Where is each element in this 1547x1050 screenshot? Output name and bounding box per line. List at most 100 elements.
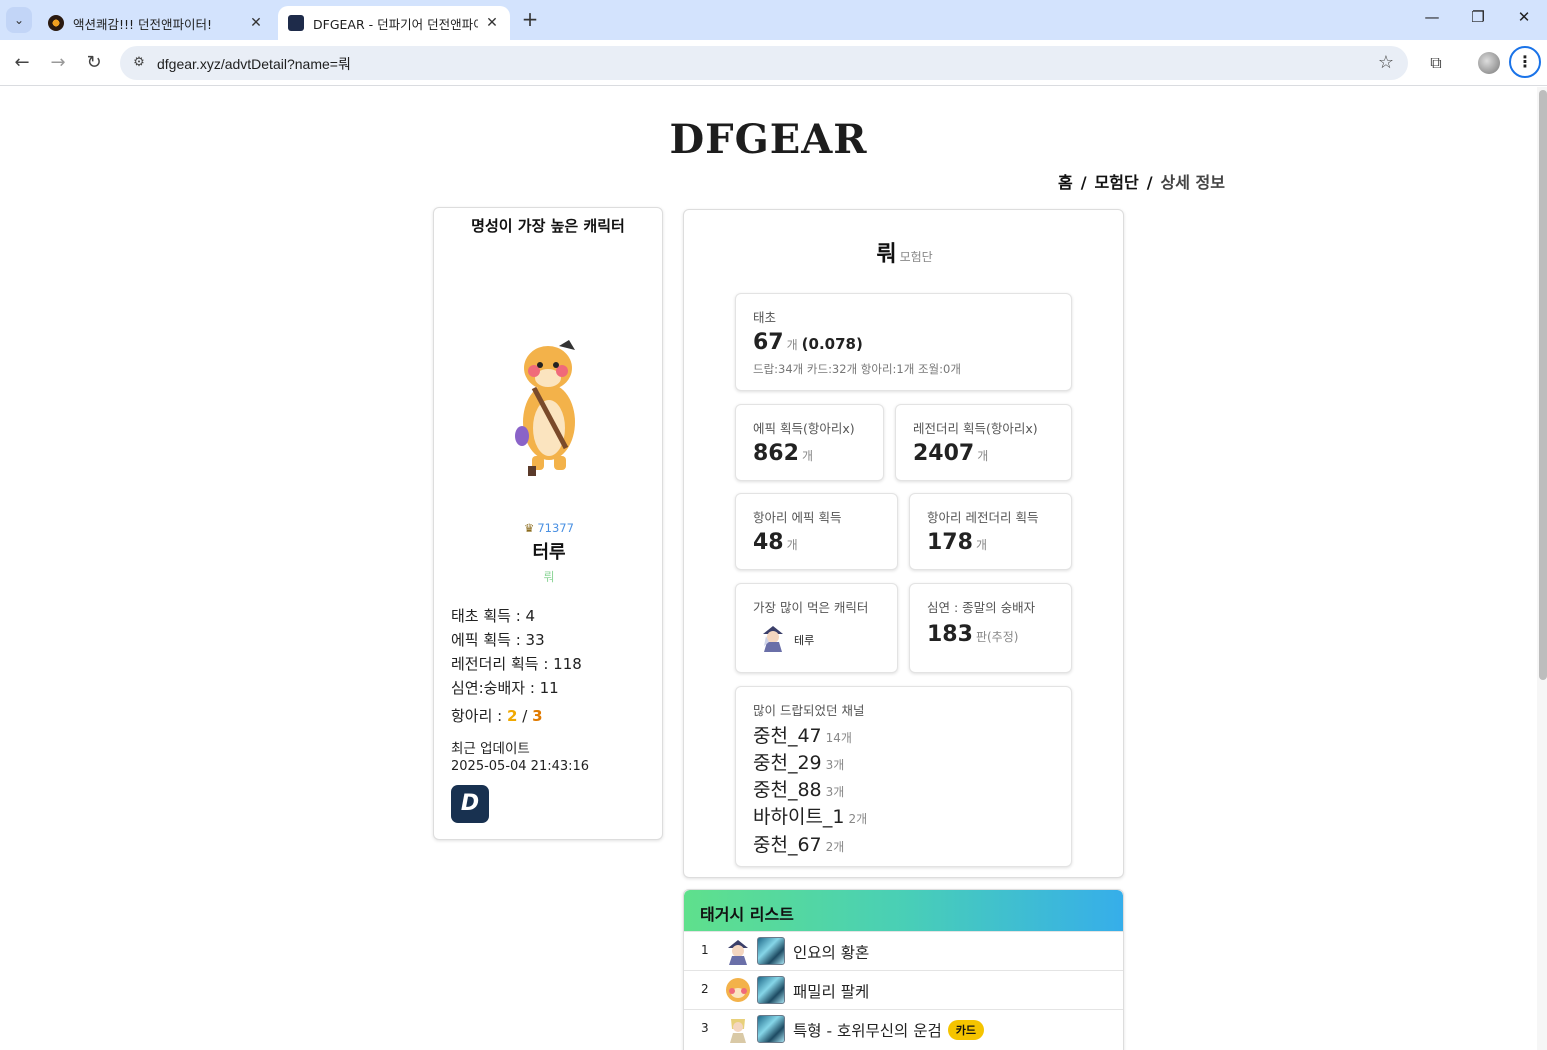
list-item[interactable]: 2 패밀리 팔케 <box>684 970 1123 1009</box>
epic-value: 862 개 <box>753 441 813 466</box>
abyss-value: 183 판(추정) <box>927 622 1018 647</box>
abyss-number: 183 <box>927 622 973 647</box>
stat-taecho: 태초 획득 : 4 <box>451 607 536 625</box>
channel-row: 중천_47 14개 <box>753 721 852 748</box>
back-button[interactable]: ← <box>9 50 35 76</box>
breadcrumb-home[interactable]: 홈 <box>1058 173 1073 192</box>
breadcrumb-adventure[interactable]: 모험단 <box>1095 173 1139 192</box>
browser-toolbar: ← → ↻ ⚙ dfgear.xyz/advtDetail?name=뤄 ☆ ⧉… <box>0 40 1547 86</box>
taegeosi-list-card: 태거시 리스트 1 인요의 황혼 2 패밀리 팔케 3 특형 - 호위무신의 운… <box>683 889 1124 1050</box>
item-name[interactable]: 특형 - 호위무신의 운검 카드 <box>793 1019 984 1041</box>
breadcrumb-separator: / <box>1146 173 1153 192</box>
taecho-box: 태초 67 개 (0.078) 드랍:34개 카드:32개 항아리:1개 조월:0개 <box>735 293 1072 391</box>
close-icon[interactable]: ✕ <box>248 15 264 31</box>
bookmark-star-icon[interactable]: ☆ <box>1378 52 1394 73</box>
channel-count: 2개 <box>825 840 845 854</box>
window-close-button[interactable]: ✕ <box>1509 8 1539 32</box>
pot-total: 3 <box>532 707 543 725</box>
extensions-icon[interactable]: ⧉ <box>1423 50 1449 76</box>
adventure-detail-card: 뤄 모험단 태초 67 개 (0.078) 드랍:34개 카드:32개 항아리:1개 … <box>683 209 1124 878</box>
address-bar[interactable]: ⚙ dfgear.xyz/advtDetail?name=뤄 ☆ <box>120 46 1408 80</box>
tab-title: DFGEAR - 던파기어 던전앤파이 <box>313 16 478 32</box>
item-icon <box>757 1015 785 1043</box>
channel-count: 3개 <box>825 785 845 799</box>
stat-legendary: 레전더리 획득 : 118 <box>451 655 582 673</box>
most-character-label: 가장 많이 먹은 캐릭터 <box>753 600 869 615</box>
channel-name: 중천_88 <box>753 779 822 801</box>
scrollbar-thumb[interactable] <box>1539 90 1547 680</box>
legendary-number: 2407 <box>913 441 975 466</box>
dnf-favicon-icon <box>48 15 64 31</box>
channel-row: 바하이트_1 2개 <box>753 802 867 829</box>
adventure-suffix: 모험단 <box>899 250 933 264</box>
taecho-number: 67 <box>753 330 784 355</box>
stat-abyss: 심연:숭배자 : 11 <box>451 679 559 697</box>
breadcrumb-separator: / <box>1080 173 1087 192</box>
dfgear-favicon-icon <box>288 15 304 31</box>
reload-button[interactable]: ↻ <box>81 50 107 76</box>
character-portrait <box>515 340 575 476</box>
pot-epic-unit: 개 <box>786 538 798 552</box>
page-scrollbar[interactable] <box>1537 87 1547 1050</box>
browser-menu-button[interactable]: ⋮ <box>1509 46 1541 78</box>
taecho-ratio: (0.078) <box>801 335 863 353</box>
item-name[interactable]: 인요의 황혼 <box>793 941 869 963</box>
list-title: 태거시 리스트 <box>684 890 1123 931</box>
pot-epic-number: 48 <box>753 530 784 555</box>
epic-unit: 개 <box>801 449 813 463</box>
minimize-button[interactable]: — <box>1417 8 1447 32</box>
legendary-box: 레전더리 획득(항아리x) 2407 개 <box>895 404 1072 481</box>
adventure-title: 뤄 <box>876 242 897 267</box>
breadcrumb: 홈 / 모험단 / 상세 정보 <box>1058 169 1225 193</box>
channels-box: 많이 드랍되었던 채널 중천_47 14개 중천_29 3개 중천_88 3개 바하이… <box>735 686 1072 867</box>
browser-tab-strip: ⌄ 액션쾌감!!! 던전앤파이터! ✕ DFGEAR - 던파기어 던전앤파이 … <box>0 0 1547 40</box>
abyss-box: 심연 : 종말의 숭배자 183 판(추정) <box>909 583 1072 673</box>
update-time: 2025-05-04 21:43:16 <box>451 759 590 774</box>
tab-dfgear[interactable]: DFGEAR - 던파기어 던전앤파이 ✕ <box>278 6 510 40</box>
item-rank: 1 <box>701 943 709 957</box>
character-name[interactable]: 터루 <box>434 538 664 564</box>
pot-label: 항아리 : <box>451 707 503 725</box>
item-name[interactable]: 패밀리 팔케 <box>793 980 869 1002</box>
channel-name: 중천_29 <box>753 752 822 774</box>
close-icon[interactable]: ✕ <box>484 15 500 31</box>
most-character-name[interactable]: 테루 <box>794 632 814 648</box>
site-info-icon[interactable]: ⚙ <box>130 54 148 72</box>
pot-separator: / <box>522 707 528 725</box>
dnf-link-button[interactable]: D <box>451 785 489 823</box>
adventure-heading: 뤄 모험단 <box>684 236 1125 268</box>
taecho-unit: 개 <box>786 338 798 352</box>
list-item[interactable]: 3 특형 - 호위무신의 운검 카드 <box>684 1009 1123 1048</box>
site-logo[interactable]: DFGEAR <box>0 116 1537 163</box>
pot-epic-value: 48 개 <box>753 530 798 555</box>
tab-dnf-official[interactable]: 액션쾌감!!! 던전앤파이터! ✕ <box>38 6 274 40</box>
pot-count: 항아리 : 2 / 3 <box>451 705 543 726</box>
character-portrait <box>730 1019 746 1043</box>
fame-number: 71377 <box>537 521 574 535</box>
pot-legendary-label: 항아리 레전더리 획득 <box>927 510 1039 525</box>
url-text[interactable]: dfgear.xyz/advtDetail?name=뤄 <box>157 54 351 74</box>
breadcrumb-current: 상세 정보 <box>1160 173 1225 192</box>
tab-title: 액션쾌감!!! 던전앤파이터! <box>73 16 213 32</box>
channels-label: 많이 드랍되었던 채널 <box>753 703 865 718</box>
item-name-text: 특형 - 호위무신의 운검 <box>793 1022 942 1040</box>
tab-search-button[interactable]: ⌄ <box>6 7 32 33</box>
top-character-card: 명성이 가장 높은 캐릭터 ♛ 71377 터루 뤄 태초 획득 : 4 에픽 획… <box>433 207 663 840</box>
legendary-label: 레전더리 획득(항아리x) <box>913 421 1038 436</box>
most-character-box: 가장 많이 먹은 캐릭터 테루 <box>735 583 898 673</box>
update-label: 최근 업데이트 <box>451 741 530 757</box>
new-tab-button[interactable]: + <box>518 8 542 32</box>
abyss-label: 심연 : 종말의 숭배자 <box>927 600 1036 615</box>
pot-legendary-number: 178 <box>927 530 973 555</box>
pot-legendary-box: 항아리 레전더리 획득 178 개 <box>909 493 1072 570</box>
profile-avatar[interactable] <box>1478 52 1500 74</box>
forward-button[interactable]: → <box>45 50 71 76</box>
item-icon <box>757 937 785 965</box>
maximize-button[interactable]: ❐ <box>1463 8 1493 32</box>
list-item[interactable]: 1 인요의 황혼 <box>684 931 1123 970</box>
epic-number: 862 <box>753 441 799 466</box>
channel-row: 중천_88 3개 <box>753 775 844 802</box>
card-badge: 카드 <box>947 1020 984 1040</box>
legendary-unit: 개 <box>977 449 989 463</box>
pot-legendary-value: 178 개 <box>927 530 987 555</box>
